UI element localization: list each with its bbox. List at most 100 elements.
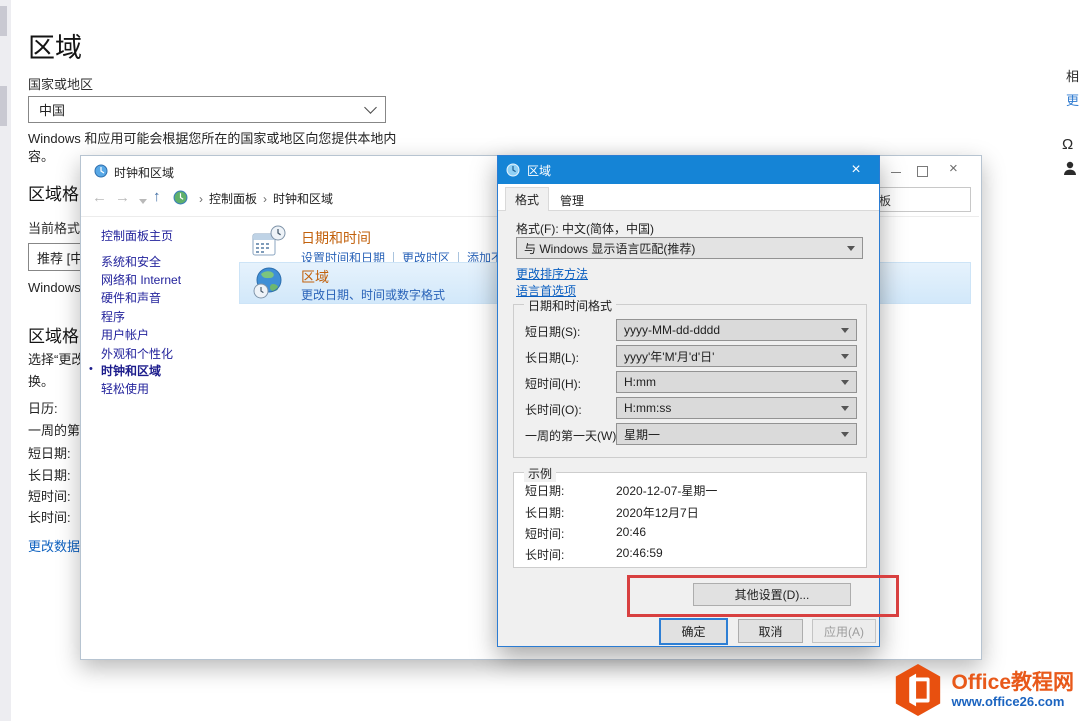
- chevron-down-icon: [841, 328, 849, 333]
- dialog-titlebar[interactable]: 区域 ×: [498, 156, 879, 184]
- short-time-label: 短时间:: [28, 486, 71, 505]
- long-date-label: 长日期:: [28, 465, 71, 484]
- region-globe-icon: [251, 266, 285, 300]
- region-format-data-text: 选择“更改: [28, 349, 84, 368]
- short-date-label: 短日期:: [28, 443, 71, 462]
- breadcrumb-item-clock-region[interactable]: 时钟和区域: [273, 190, 333, 207]
- short-time-format-select[interactable]: H:mm: [616, 371, 857, 393]
- date-time-item-title[interactable]: 日期和时间: [301, 228, 371, 248]
- up-arrow-icon[interactable]: ↑: [153, 188, 161, 205]
- long-time-label: 长时间:: [28, 507, 71, 526]
- screenshot-root: 区域 国家或地区 中国 Windows 和应用可能会根据您所在的国家或地区向您提…: [0, 0, 1080, 721]
- first-day-label: 一周的第一: [28, 420, 80, 439]
- related-settings-fragment: 相: [1066, 66, 1079, 85]
- minimize-button[interactable]: [891, 172, 901, 173]
- long-date-format-label: 长日期(L):: [525, 349, 579, 366]
- history-dropdown-icon[interactable]: [139, 199, 147, 204]
- sidebar-item-network-internet[interactable]: 网络和 Internet: [101, 271, 181, 288]
- chevron-down-icon: [841, 432, 849, 437]
- region-dialog: 区域 × 格式 管理 格式(F): 中文(简体，中国) 与 Windows 显示…: [497, 155, 880, 647]
- short-date-format-select[interactable]: yyyy-MM-dd-dddd: [616, 319, 857, 341]
- change-sort-link[interactable]: 更改排序方法: [516, 265, 588, 282]
- highlight-rectangle: [627, 575, 899, 617]
- gutter-mark: [0, 6, 7, 36]
- gutter-mark: [0, 86, 7, 126]
- active-bullet-icon: •: [89, 363, 93, 375]
- region-format-data-text2: 换。: [28, 371, 54, 390]
- region-item-title[interactable]: 区域: [301, 267, 329, 287]
- dialog-title: 区域: [527, 162, 551, 179]
- tab-administrative[interactable]: 管理: [551, 190, 593, 210]
- example-short-date-label: 短日期:: [525, 482, 564, 499]
- sidebar-item-hardware-sound[interactable]: 硬件和声音: [101, 289, 161, 306]
- format-value: 与 Windows 显示语言匹配(推荐): [524, 240, 695, 257]
- close-button[interactable]: ×: [949, 163, 958, 175]
- sidebar-item-user-accounts[interactable]: 用户帐户: [101, 326, 149, 343]
- region-dialog-icon: [506, 163, 520, 177]
- maximize-button[interactable]: [917, 166, 928, 177]
- help-icon: Ω: [1062, 136, 1073, 153]
- chevron-down-icon: [841, 406, 849, 411]
- long-time-format-select[interactable]: H:mm:ss: [616, 397, 857, 419]
- watermark-title: Office教程网: [951, 672, 1074, 694]
- tab-format[interactable]: 格式: [505, 187, 549, 211]
- breadcrumb-app-icon: [173, 190, 188, 205]
- chevron-down-icon: [841, 354, 849, 359]
- current-format-label: 当前格式:: [28, 218, 84, 237]
- clock-region-window-icon: [94, 164, 108, 178]
- office-logo-icon: [893, 663, 943, 717]
- example-long-date-label: 长日期:: [525, 504, 564, 521]
- ok-button[interactable]: 确定: [659, 618, 728, 645]
- region-item-desc: 更改日期、时间或数字格式: [301, 286, 445, 303]
- breadcrumb-separator-icon: ›: [263, 192, 267, 206]
- breadcrumb-separator-icon: ›: [199, 192, 203, 206]
- sidebar-item-programs[interactable]: 程序: [101, 308, 125, 325]
- long-date-format-select[interactable]: yyyy'年'M'月'd'日': [616, 345, 857, 367]
- breadcrumb-item-control-panel[interactable]: 控制面板: [209, 190, 257, 207]
- country-select[interactable]: 中国: [28, 96, 386, 123]
- format-select[interactable]: 与 Windows 显示语言匹配(推荐): [516, 237, 863, 259]
- first-day-value: 星期一: [624, 426, 660, 443]
- long-date-format-value: yyyy'年'M'月'd'日': [624, 348, 714, 365]
- example-long-time-label: 长时间:: [525, 546, 564, 563]
- short-date-format-value: yyyy-MM-dd-dddd: [624, 323, 720, 337]
- current-format-value: 推荐 [中: [37, 248, 83, 267]
- example-long-time-value: 20:46:59: [616, 546, 663, 560]
- sidebar-item-system-security[interactable]: 系统和安全: [101, 253, 161, 270]
- example-short-date-value: 2020-12-07-星期一: [616, 482, 717, 499]
- windows-fragment: Windows: [28, 280, 81, 295]
- example-short-time-label: 短时间:: [525, 525, 564, 542]
- short-time-format-label: 短时间(H):: [525, 375, 581, 392]
- apply-button[interactable]: 应用(A): [812, 619, 876, 643]
- sidebar-item-home[interactable]: 控制面板主页: [101, 227, 173, 244]
- country-value: 中国: [39, 100, 65, 119]
- search-text-fragment: 板: [879, 192, 891, 209]
- long-time-format-label: 长时间(O):: [525, 401, 582, 418]
- short-time-format-value: H:mm: [624, 375, 656, 389]
- breadcrumb: › 控制面板 › 时钟和区域: [193, 190, 333, 207]
- sidebar-item-appearance[interactable]: 外观和个性化: [101, 345, 173, 362]
- sidebar-item-ease-of-access[interactable]: 轻松使用: [101, 380, 149, 397]
- example-long-date-value: 2020年12月7日: [616, 504, 699, 521]
- related-link-fragment: 更: [1066, 90, 1079, 109]
- dialog-close-icon[interactable]: ×: [841, 161, 871, 179]
- long-time-format-value: H:mm:ss: [624, 401, 671, 415]
- change-data-format-link[interactable]: 更改数据格: [28, 536, 80, 555]
- date-time-icon: [251, 224, 287, 260]
- first-day-format-label: 一周的第一天(W):: [525, 427, 620, 444]
- window-title: 时钟和区域: [114, 164, 174, 181]
- calendar-label: 日历:: [28, 398, 58, 417]
- forward-arrow-icon[interactable]: →: [115, 189, 130, 206]
- example-short-time-value: 20:46: [616, 525, 646, 539]
- watermark-url: www.office26.com: [951, 694, 1074, 709]
- first-day-select[interactable]: 星期一: [616, 423, 857, 445]
- sidebar-item-clock-region[interactable]: 时钟和区域: [101, 362, 161, 379]
- chevron-down-icon: [847, 246, 855, 251]
- format-label: 格式(F): 中文(简体，中国): [516, 220, 654, 237]
- chevron-down-icon: [841, 380, 849, 385]
- short-date-format-label: 短日期(S):: [525, 323, 580, 340]
- country-label: 国家或地区: [28, 74, 93, 93]
- examples-group-title: 示例: [524, 465, 556, 482]
- cancel-button[interactable]: 取消: [738, 619, 803, 643]
- back-arrow-icon[interactable]: ←: [92, 189, 107, 206]
